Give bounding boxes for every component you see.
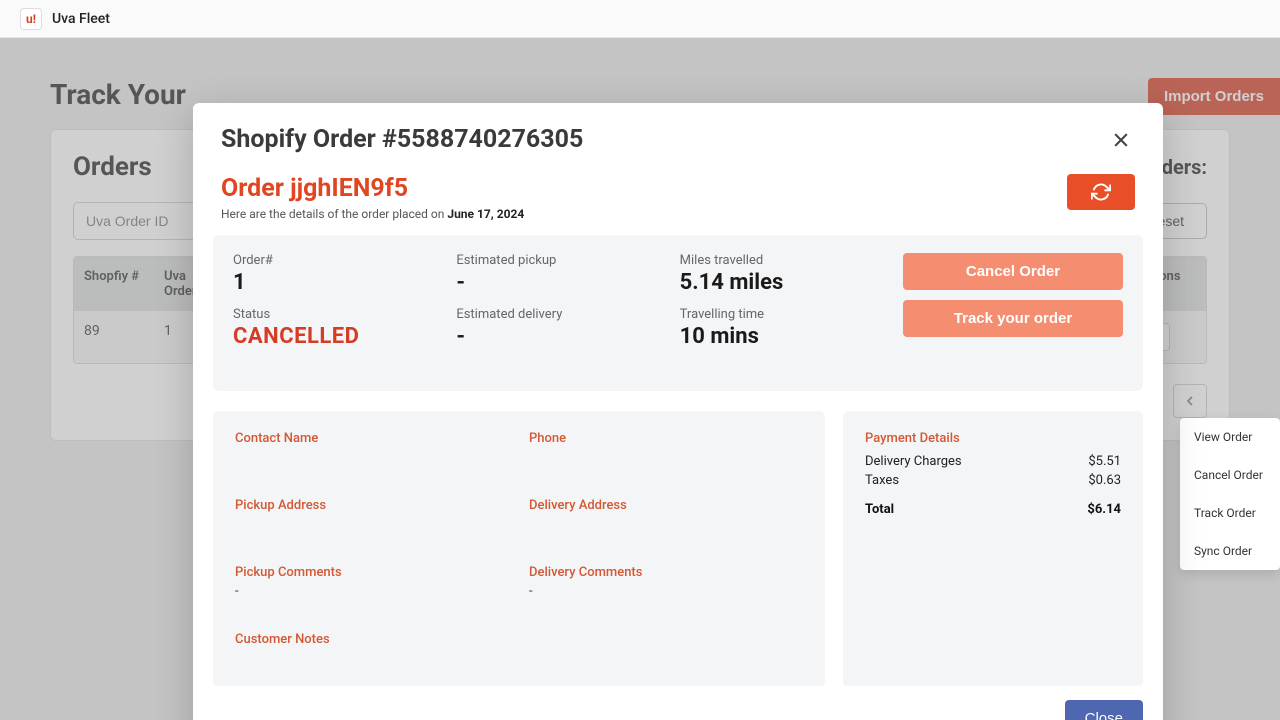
phone-label: Phone <box>529 431 803 446</box>
payment-panel: Payment Details Delivery Charges $5.51 T… <box>843 411 1143 686</box>
order-modal: Shopify Order #5588740276305 Order jjghI… <box>193 103 1163 720</box>
order-subtext: Here are the details of the order placed… <box>221 207 524 221</box>
pickup-comments-value: - <box>235 584 509 600</box>
charges-value: $5.51 <box>1088 454 1121 469</box>
menu-view-order[interactable]: View Order <box>1180 418 1280 456</box>
cancel-order-button[interactable]: Cancel Order <box>903 253 1123 290</box>
contact-name-label: Contact Name <box>235 431 509 446</box>
uva-order-id-input[interactable] <box>73 202 203 240</box>
prev-page-button[interactable] <box>1173 384 1207 418</box>
payment-title: Payment Details <box>865 431 1121 446</box>
status-label: Status <box>233 307 436 322</box>
contact-name-value <box>235 450 509 466</box>
charges-label: Delivery Charges <box>865 454 962 469</box>
chevron-left-icon <box>1182 393 1198 409</box>
brand-logo: u! <box>20 8 42 30</box>
order-num-label: Order# <box>233 253 436 268</box>
order-num-value: 1 <box>233 270 436 295</box>
card-title: Orders <box>73 152 152 182</box>
taxes-label: Taxes <box>865 473 899 488</box>
miles-value: 5.14 miles <box>680 270 883 295</box>
customer-notes-value <box>235 651 803 667</box>
menu-track-order[interactable]: Track Order <box>1180 494 1280 532</box>
delivery-address-label: Delivery Address <box>529 498 803 513</box>
pickup-address-label: Pickup Address <box>235 498 509 513</box>
pickup-label: Estimated pickup <box>456 253 659 268</box>
order-name: Order jjghIEN9f5 <box>221 174 524 203</box>
menu-cancel-order[interactable]: Cancel Order <box>1180 456 1280 494</box>
details-panel: Contact Name Phone Pickup Address Delive… <box>213 411 825 686</box>
status-value: CANCELLED <box>233 324 436 349</box>
close-button[interactable]: Close <box>1065 700 1143 720</box>
close-icon[interactable] <box>1107 126 1135 154</box>
pickup-address-value <box>235 517 509 533</box>
brand-name: Uva Fleet <box>52 11 110 27</box>
customer-notes-label: Customer Notes <box>235 632 803 647</box>
summary-panel: Order# 1 Status CANCELLED Estimated pick… <box>213 235 1143 391</box>
total-value: $6.14 <box>1087 502 1121 517</box>
refresh-icon <box>1091 182 1111 202</box>
refresh-button[interactable] <box>1067 174 1135 210</box>
modal-title: Shopify Order #5588740276305 <box>221 125 583 154</box>
delivery-label: Estimated delivery <box>456 307 659 322</box>
cell-shopify: 89 <box>74 311 154 363</box>
time-label: Travelling time <box>680 307 883 322</box>
miles-label: Miles travelled <box>680 253 883 268</box>
taxes-value: $0.63 <box>1088 473 1121 488</box>
delivery-address-value <box>529 517 803 533</box>
total-label: Total <box>865 502 894 517</box>
delivery-value: - <box>456 324 659 349</box>
topbar: u! Uva Fleet <box>0 0 1280 38</box>
col-shopify: Shopfiy # <box>74 257 154 311</box>
page-body: Track Your Import Orders Orders Total Or… <box>0 38 1280 720</box>
import-orders-button[interactable]: Import Orders <box>1148 78 1280 115</box>
delivery-comments-value: - <box>529 584 803 600</box>
pickup-comments-label: Pickup Comments <box>235 565 509 580</box>
phone-value <box>529 450 803 466</box>
time-value: 10 mins <box>680 324 883 349</box>
delivery-comments-label: Delivery Comments <box>529 565 803 580</box>
row-context-menu: View Order Cancel Order Track Order Sync… <box>1180 418 1280 570</box>
pickup-value: - <box>456 270 659 295</box>
menu-sync-order[interactable]: Sync Order <box>1180 532 1280 570</box>
track-order-button[interactable]: Track your order <box>903 300 1123 337</box>
